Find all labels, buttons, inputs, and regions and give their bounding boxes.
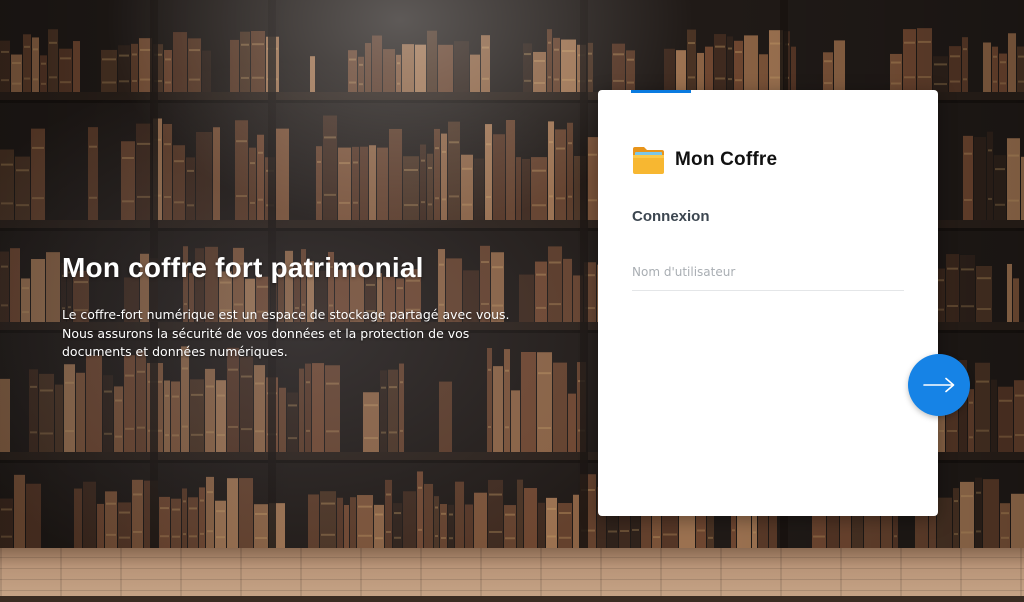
hero-description: Le coffre-fort numérique est un espace d…	[62, 306, 542, 362]
floor-edge	[0, 596, 1024, 602]
hero-title: Mon coffre fort patrimonial	[62, 252, 424, 283]
login-card: Mon Coffre Connexion	[598, 90, 938, 516]
login-section-title: Connexion	[632, 208, 710, 225]
brand: Mon Coffre	[632, 145, 777, 175]
hero-description-line: Nous assurons la sécurité de vos données…	[62, 325, 470, 341]
brand-name: Mon Coffre	[675, 149, 778, 170]
hero-description-line: documents et données numériques.	[62, 344, 288, 359]
wooden-floor	[0, 548, 1024, 602]
card-accent-bar	[631, 90, 691, 93]
username-field	[632, 254, 904, 291]
folder-icon	[633, 147, 664, 174]
arrow-right-icon	[923, 377, 955, 393]
hero-description-line: Le coffre-fort numérique est un espace d…	[62, 307, 510, 322]
hero-section: Mon coffre fort patrimonial Le coffre-fo…	[62, 250, 542, 362]
username-input[interactable]	[632, 254, 904, 290]
submit-button[interactable]	[908, 354, 970, 416]
